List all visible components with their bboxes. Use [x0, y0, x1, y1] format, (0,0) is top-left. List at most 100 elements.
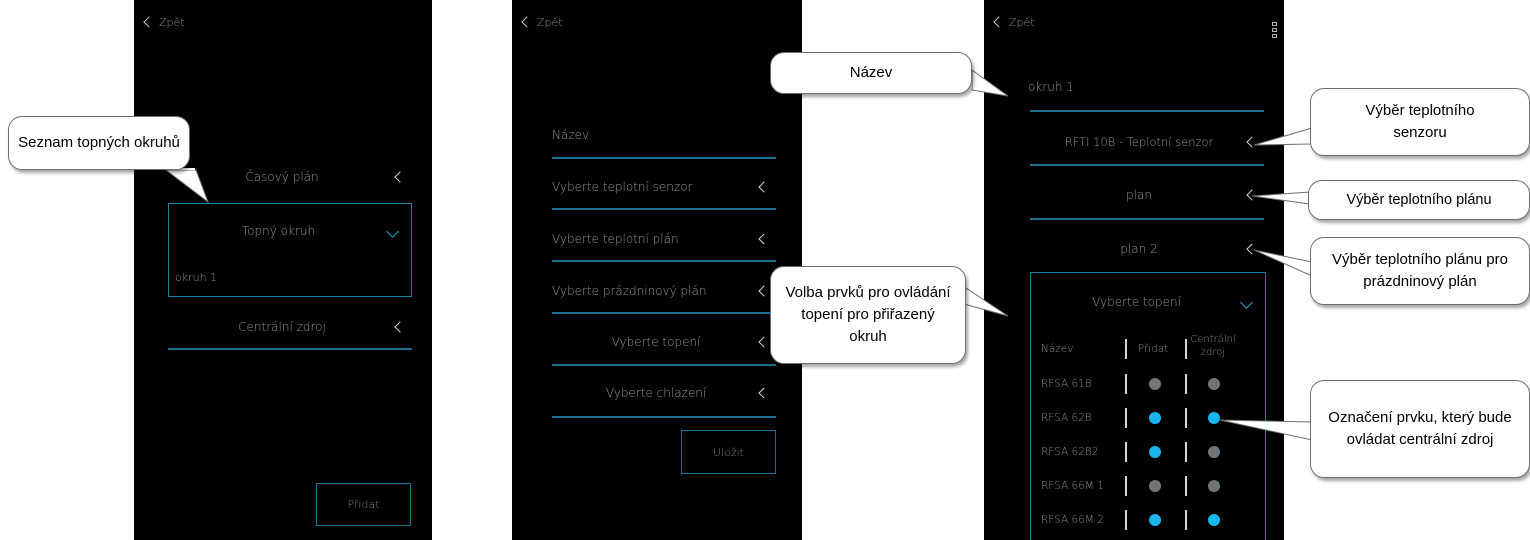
- central-source-toggle[interactable]: [1208, 514, 1220, 526]
- central-cell: [1185, 446, 1243, 458]
- add-toggle[interactable]: [1149, 480, 1161, 492]
- chevron-left-icon: [758, 336, 770, 348]
- central-cell: [1185, 480, 1243, 492]
- col-central: Centrální zdroj: [1190, 334, 1236, 358]
- name-field[interactable]: Název: [552, 124, 776, 146]
- add-toggle[interactable]: [1149, 412, 1161, 424]
- device-name: RFSA 62B2: [1041, 446, 1099, 458]
- menu-item-heating-circuit-label: Topný okruh: [241, 224, 316, 238]
- divider: [552, 416, 776, 418]
- add-toggle[interactable]: [1149, 446, 1161, 458]
- divider: [552, 208, 776, 210]
- column-divider: [1185, 339, 1187, 359]
- callout-name: Název: [770, 52, 972, 94]
- back-label: Zpět: [1009, 15, 1035, 29]
- add-cell: [1125, 446, 1185, 458]
- select-holiday-plan-row[interactable]: Vyberte prázdninový plán: [552, 280, 770, 302]
- chevron-left-icon: [394, 171, 406, 183]
- central-cell: [1185, 412, 1243, 424]
- back-button[interactable]: Zpět: [142, 12, 185, 32]
- select-plan-label: Vyberte teplotní plán: [552, 232, 679, 246]
- divider: [1030, 110, 1264, 112]
- new-circuit-screen: Zpět Název Vyberte teplotní senzor Vyber…: [512, 0, 802, 540]
- heating-row[interactable]: Vyberte topení: [1031, 291, 1253, 313]
- select-cooling-row[interactable]: Vyberte chlazení: [552, 382, 770, 404]
- chevron-left-icon: [1246, 243, 1258, 255]
- select-heating-row[interactable]: Vyberte topení: [552, 331, 770, 353]
- holiday-plan-row[interactable]: plan 2: [1030, 238, 1258, 260]
- divider: [168, 348, 412, 350]
- menu-item-schedule-label: Časový plán: [245, 170, 319, 184]
- callout-plan: Výběr teplotního plánu: [1308, 180, 1530, 220]
- divider: [552, 157, 776, 159]
- divider: [1030, 218, 1264, 220]
- device-name: RFSA 62B: [1041, 412, 1092, 424]
- table-row: RFSA 61B: [1031, 367, 1265, 401]
- circuit-detail-screen: Zpět okruh 1 RFTI 10B - Teplotní senzor …: [984, 0, 1284, 540]
- menu-item-central-source-label: Centrální zdroj: [238, 320, 326, 334]
- chevron-down-icon: [386, 224, 399, 238]
- chevron-left-icon: [993, 16, 1005, 28]
- add-toggle[interactable]: [1149, 378, 1161, 390]
- chevron-left-icon: [143, 16, 155, 28]
- chevron-left-icon: [758, 233, 770, 245]
- callout-central: Označení prvku, který bude ovládat centr…: [1310, 380, 1530, 478]
- table-row: RFSA 66M 1: [1031, 469, 1265, 503]
- central-source-toggle[interactable]: [1208, 412, 1220, 424]
- more-icon[interactable]: [1272, 22, 1277, 38]
- callout-holiday: Výběr teplotního plánu pro prázdninový p…: [1310, 237, 1530, 305]
- save-button[interactable]: Uložit: [681, 430, 776, 474]
- add-cell: [1125, 412, 1185, 424]
- chevron-left-icon: [1246, 136, 1258, 148]
- col-name: Název: [1041, 343, 1074, 355]
- chevron-left-icon: [1246, 189, 1258, 201]
- circuit-list-item[interactable]: okruh 1: [175, 268, 217, 286]
- select-heating-label: Vyberte topení: [611, 335, 701, 349]
- select-cooling-label: Vyberte chlazení: [605, 386, 707, 400]
- table-row: RFSA 62B: [1031, 401, 1265, 435]
- select-plan-row[interactable]: Vyberte teplotní plán: [552, 228, 770, 250]
- plan-row[interactable]: plan: [1030, 184, 1258, 206]
- back-button[interactable]: Zpět: [992, 12, 1035, 32]
- menu-item-heating-circuit[interactable]: Topný okruh: [169, 220, 399, 242]
- back-button[interactable]: Zpět: [520, 12, 563, 32]
- select-holiday-plan-label: Vyberte prázdninový plán: [552, 284, 707, 298]
- add-cell: [1125, 514, 1185, 526]
- sensor-row[interactable]: RFTI 10B - Teplotní senzor: [1030, 131, 1258, 153]
- divider: [552, 312, 776, 314]
- chevron-left-icon: [758, 285, 770, 297]
- table-row: RFSA 66M 2: [1031, 503, 1265, 537]
- chevron-left-icon: [758, 181, 770, 193]
- menu-item-central-source[interactable]: Centrální zdroj: [168, 316, 406, 338]
- add-toggle[interactable]: [1149, 514, 1161, 526]
- name-field[interactable]: okruh 1: [1028, 76, 1264, 98]
- callout-controls: Volba prvků pro ovládání topení pro přiř…: [770, 266, 966, 364]
- col-add: Přidat: [1137, 343, 1169, 355]
- select-sensor-row[interactable]: Vyberte teplotní senzor: [552, 176, 770, 198]
- callout-circuit-list: Seznam topných okruhů: [8, 116, 190, 170]
- central-source-toggle[interactable]: [1208, 378, 1220, 390]
- central-source-toggle[interactable]: [1208, 480, 1220, 492]
- back-label: Zpět: [159, 15, 185, 29]
- table-row: RFSA 62B2: [1031, 435, 1265, 469]
- name-value: okruh 1: [1028, 80, 1074, 94]
- device-name: RFSA 66M 1: [1041, 480, 1104, 492]
- divider: [1030, 164, 1264, 166]
- chevron-left-icon: [758, 387, 770, 399]
- holiday-plan-value: plan 2: [1120, 242, 1158, 256]
- central-source-toggle[interactable]: [1208, 446, 1220, 458]
- central-cell: [1185, 514, 1243, 526]
- chevron-left-icon: [521, 16, 533, 28]
- menu-item-schedule[interactable]: Časový plán: [168, 166, 406, 188]
- add-button[interactable]: Přidat: [316, 483, 411, 526]
- circuit-name: okruh 1: [175, 270, 218, 284]
- device-name: RFSA 61B: [1041, 378, 1092, 390]
- chevron-left-icon: [394, 321, 406, 333]
- table-header: Název Přidat Centrální zdroj: [1031, 333, 1265, 367]
- select-sensor-label: Vyberte teplotní senzor: [552, 180, 693, 194]
- plan-value: plan: [1126, 188, 1152, 202]
- device-name: RFSA 66M 2: [1041, 514, 1104, 526]
- heating-circuit-panel: Topný okruh okruh 1: [168, 203, 412, 297]
- add-cell: [1125, 378, 1185, 390]
- chevron-down-icon: [1240, 295, 1253, 309]
